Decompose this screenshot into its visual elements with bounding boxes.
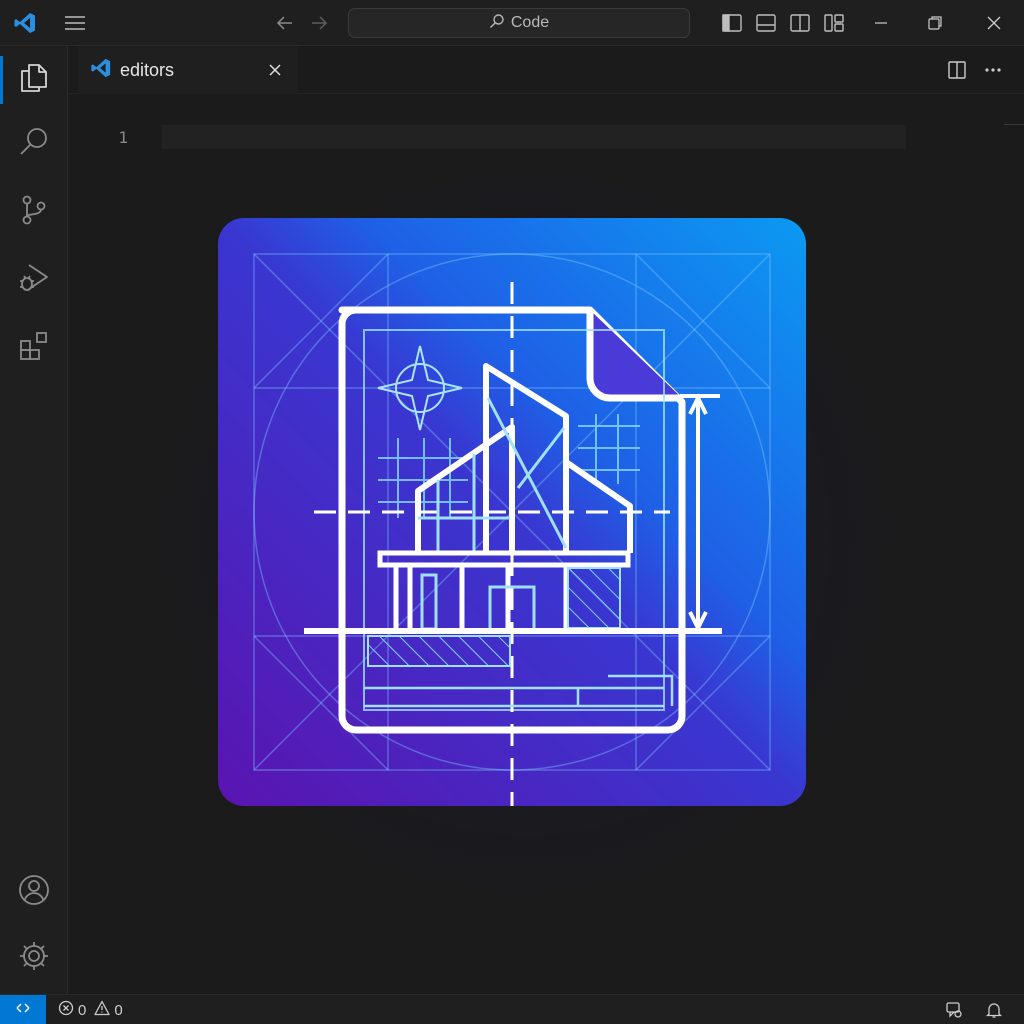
customize-layout-icon[interactable]	[820, 0, 848, 46]
tab-bar: editors	[68, 46, 1024, 94]
run-debug-icon	[17, 261, 51, 300]
command-center-label: Code	[510, 14, 550, 31]
error-count: 0	[78, 1001, 87, 1019]
more-actions-icon[interactable]	[978, 46, 1008, 94]
extensions-icon	[17, 329, 51, 368]
activity-run-and-debug[interactable]	[0, 248, 68, 312]
activity-explorer[interactable]	[0, 48, 68, 112]
toggle-panel-icon[interactable]	[752, 0, 780, 46]
command-center[interactable]: Code	[348, 8, 690, 38]
current-line-highlight	[162, 125, 906, 149]
activity-extensions[interactable]	[0, 316, 68, 380]
bell-icon[interactable]	[980, 995, 1008, 1024]
activity-source-control[interactable]	[0, 180, 68, 244]
tab-editors[interactable]: editors	[78, 46, 298, 94]
minimize-icon[interactable]	[862, 0, 900, 46]
source-control-icon	[17, 193, 51, 232]
title-bar: Code	[0, 0, 1024, 46]
tab-label: editors	[120, 59, 175, 80]
blueprint-building-document-icon	[218, 218, 806, 806]
problems-indicator[interactable]: 0 0	[58, 995, 123, 1024]
restore-icon[interactable]	[916, 0, 954, 46]
warning-count: 0	[114, 1001, 123, 1019]
hamburger-menu-icon[interactable]	[58, 0, 92, 46]
close-icon[interactable]	[264, 59, 286, 81]
toggle-secondary-sidebar-icon[interactable]	[786, 0, 814, 46]
copilot-chat-icon[interactable]	[940, 995, 968, 1024]
activity-accounts[interactable]	[0, 860, 68, 924]
warning-icon	[94, 1000, 110, 1020]
gear-icon	[17, 939, 51, 978]
status-bar: 0 0	[0, 994, 1024, 1024]
arrow-right-icon[interactable]	[304, 0, 334, 46]
account-icon	[17, 873, 51, 912]
editor-area[interactable]: 1	[68, 94, 1024, 994]
activity-search[interactable]	[0, 112, 68, 176]
search-icon	[17, 125, 51, 164]
minimap-edge	[1004, 124, 1024, 125]
remote-indicator[interactable]	[0, 995, 46, 1024]
files-icon	[17, 61, 51, 100]
toggle-primary-sidebar-icon[interactable]	[718, 0, 746, 46]
vscode-logo-icon	[8, 0, 42, 46]
split-editor-icon[interactable]	[942, 46, 972, 94]
close-icon[interactable]	[974, 0, 1014, 46]
arrow-left-icon[interactable]	[270, 0, 300, 46]
search-icon	[489, 13, 505, 34]
line-number: 1	[118, 128, 128, 147]
activity-bar	[0, 46, 68, 994]
remote-icon	[15, 1000, 31, 1021]
activity-manage[interactable]	[0, 926, 68, 990]
error-icon	[58, 1000, 74, 1020]
vscode-logo-icon	[90, 57, 112, 84]
